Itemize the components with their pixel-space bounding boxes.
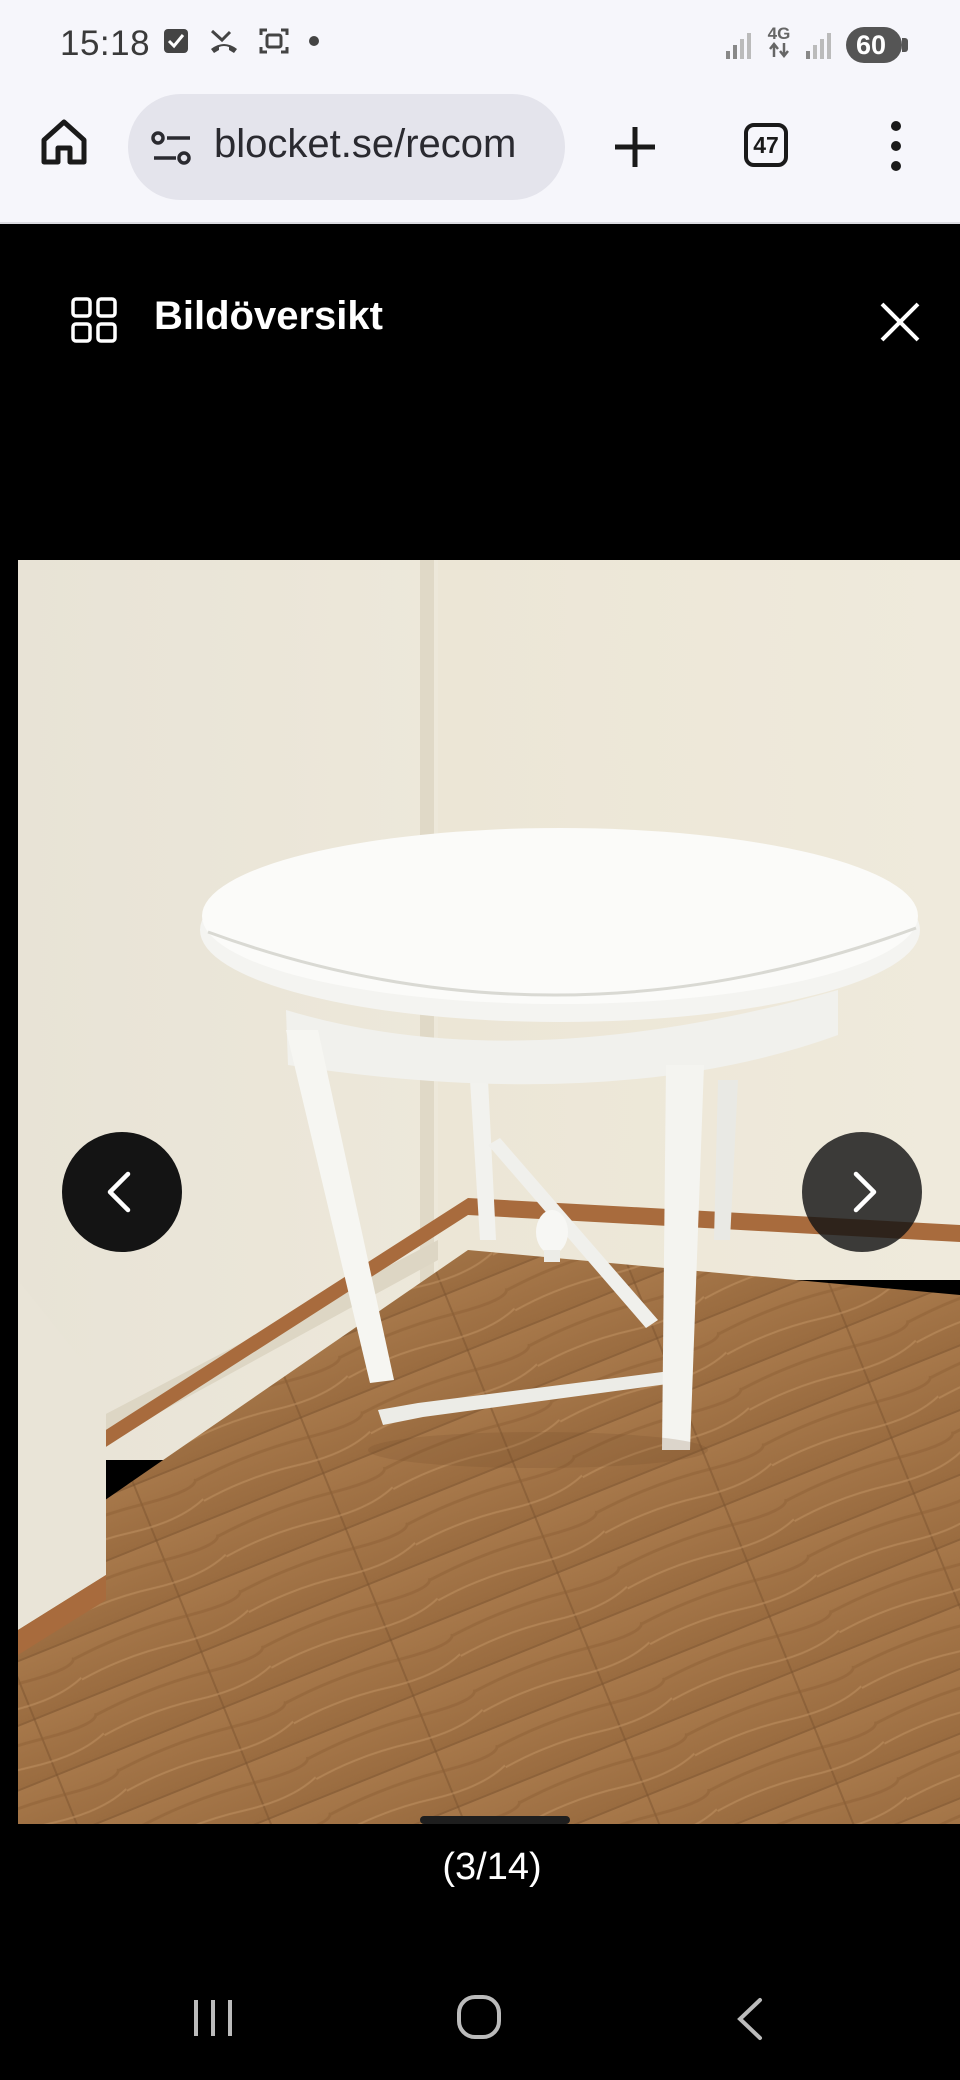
- status-time: 15:18: [60, 24, 151, 63]
- site-settings-icon[interactable]: [150, 128, 194, 168]
- network-indicator: 4G: [766, 24, 792, 63]
- home-icon[interactable]: [38, 116, 90, 168]
- chevron-left-icon: [107, 1171, 131, 1213]
- home-button-icon[interactable]: [456, 1994, 502, 2040]
- missed-call-icon: [210, 29, 237, 53]
- gallery-overview-button[interactable]: Bildöversikt: [154, 294, 383, 339]
- recent-apps-icon[interactable]: [190, 1996, 236, 2040]
- gallery-header: Bildöversikt: [0, 224, 960, 424]
- notification-icons: [162, 26, 320, 56]
- url-text: blocket.se/recom: [214, 122, 517, 166]
- checkbox-icon: [164, 29, 188, 53]
- network-label: 4G: [767, 24, 791, 43]
- system-indicators: 4G 60: [725, 24, 909, 63]
- tab-switcher-button[interactable]: 47: [744, 123, 788, 167]
- grid-icon[interactable]: [70, 296, 118, 344]
- close-icon[interactable]: [876, 298, 924, 346]
- data-transfer-icon: [768, 41, 789, 59]
- browser-toolbar: blocket.se/recom 47: [0, 94, 960, 224]
- battery-indicator: 60: [845, 26, 909, 63]
- image-counter: (3/14): [442, 1846, 542, 1888]
- system-navigation-bar: [0, 1960, 960, 2080]
- address-bar[interactable]: blocket.se/recom: [128, 94, 565, 200]
- scroll-indicator: [420, 1816, 570, 1824]
- signal-icon: [725, 32, 751, 59]
- back-icon[interactable]: [734, 1996, 764, 2042]
- previous-image-button[interactable]: [62, 1132, 182, 1252]
- next-image-button[interactable]: [802, 1132, 922, 1252]
- new-tab-icon[interactable]: [610, 122, 660, 172]
- signal-icon-2: [805, 32, 831, 59]
- dot-icon: [309, 36, 319, 46]
- screenshot-icon: [259, 28, 289, 54]
- status-bar: 15:18 4G 60: [0, 0, 960, 94]
- more-menu-icon[interactable]: [880, 118, 912, 174]
- chevron-right-icon: [853, 1171, 877, 1213]
